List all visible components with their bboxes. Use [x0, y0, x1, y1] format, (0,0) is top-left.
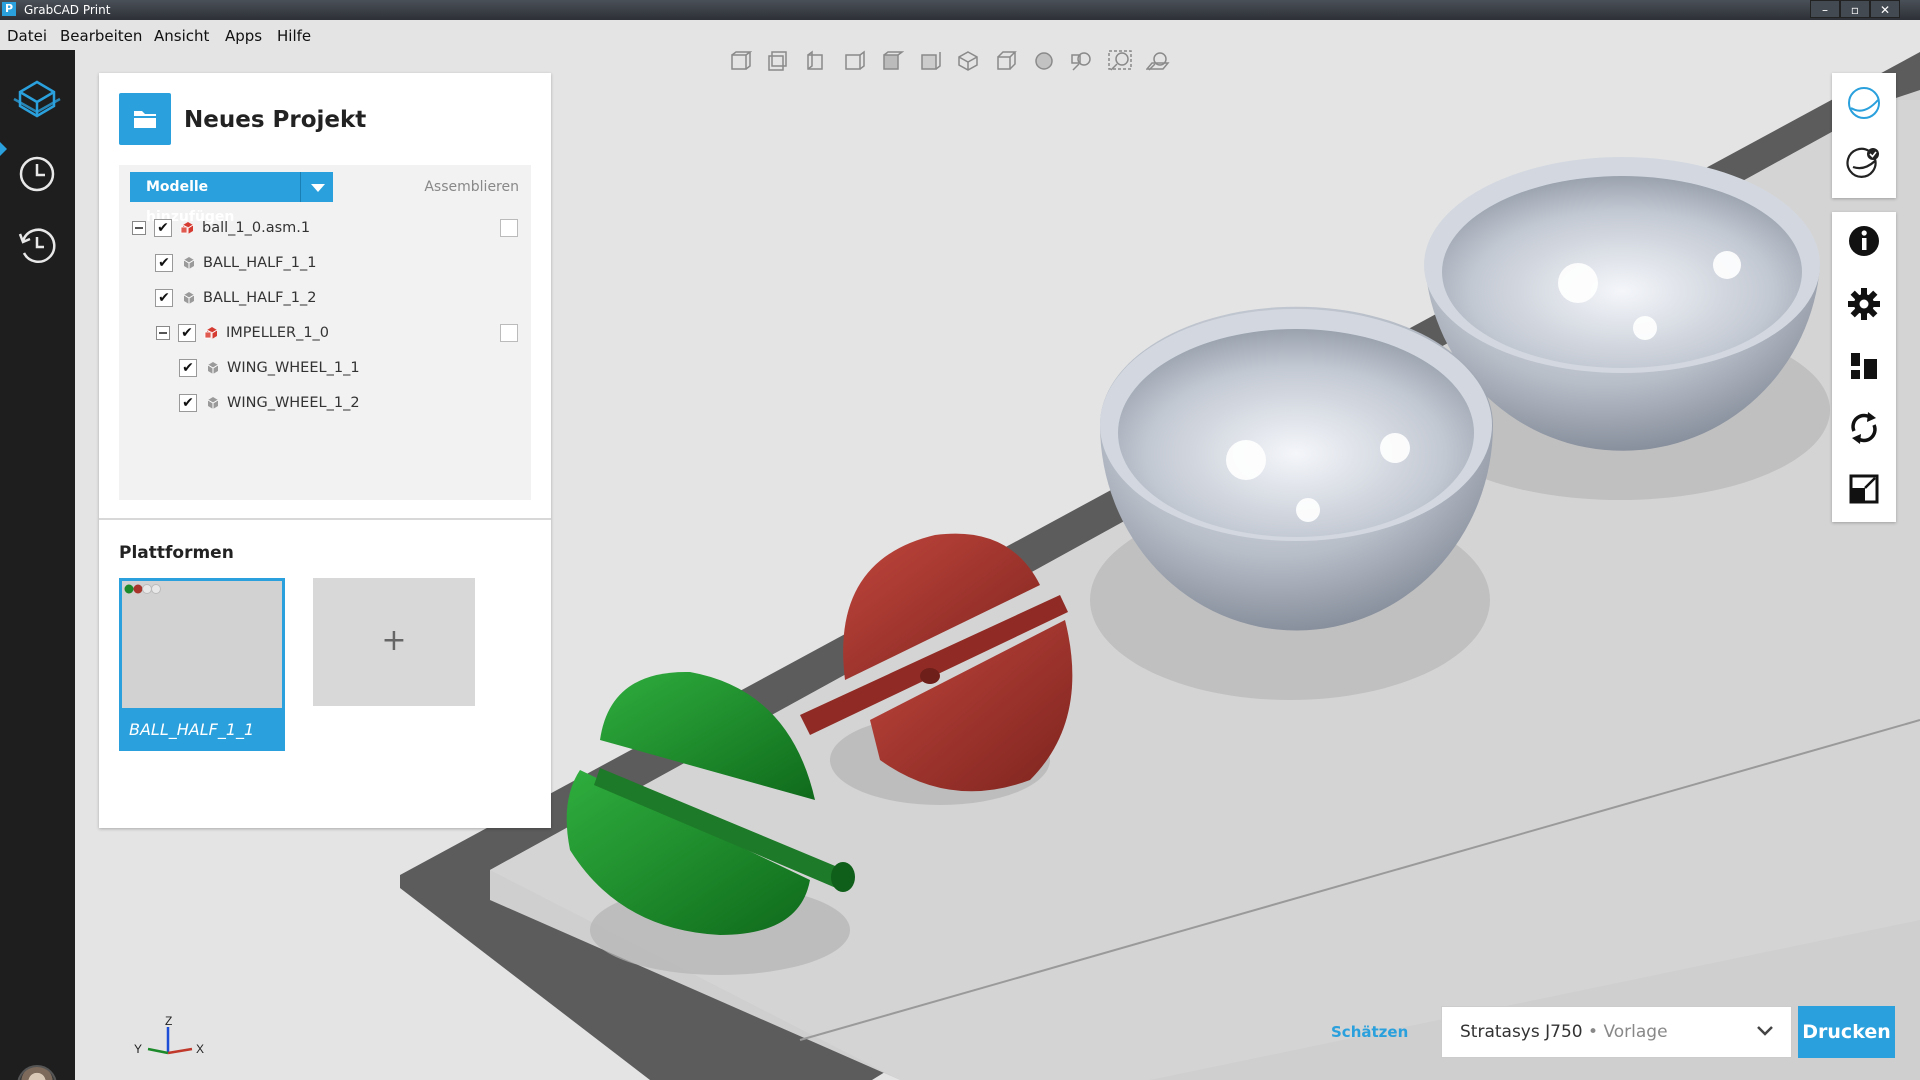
estimate-link[interactable]: Schätzen: [1331, 1023, 1408, 1041]
tree-item-part[interactable]: ✔ BALL_HALF_1_2: [155, 286, 316, 310]
menu-bar: Datei Bearbeiten Ansicht Apps Hilfe: [0, 20, 1920, 50]
view-top-icon[interactable]: [880, 49, 905, 73]
tree-item-part[interactable]: ✔ WING_WHEEL_1_1: [179, 356, 360, 380]
part-icon: [205, 395, 221, 411]
platform-name: BALL_HALF_1_1: [129, 720, 255, 739]
tree-item-assembly[interactable]: ✔ IMPELLER_1_0: [156, 321, 329, 345]
view-left-icon[interactable]: [804, 49, 828, 73]
left-navigation: [0, 50, 75, 1080]
y-axis: [147, 1047, 169, 1055]
tree-item-label: BALL_HALF_1_1: [203, 255, 317, 271]
platform-thumbnail: [122, 581, 282, 708]
project-panel: Neues Projekt Modelle hinzufügen Assembl…: [99, 73, 551, 828]
zoom-all-icon[interactable]: [1108, 49, 1132, 73]
collapse-icon[interactable]: [156, 326, 170, 340]
clock-icon[interactable]: [12, 149, 62, 199]
tree-item-label: IMPELLER_1_0: [226, 325, 330, 341]
menu-apps[interactable]: Apps: [225, 27, 262, 45]
window-title: GrabCAD Print: [24, 3, 111, 17]
tree-item-assembly[interactable]: ✔ ball_1_0.asm.1: [132, 216, 310, 240]
assembly-icon: [204, 325, 220, 341]
visibility-checkbox[interactable]: ✔: [155, 254, 173, 272]
add-models-dropdown-icon[interactable]: [300, 172, 333, 202]
shading-icon[interactable]: [1032, 49, 1056, 73]
x-axis: [167, 1047, 193, 1055]
view-iso-icon[interactable]: [956, 49, 980, 73]
tree-item-label: ball_1_0.asm.1: [202, 220, 311, 236]
printer-mode: Vorlage: [1603, 1022, 1668, 1042]
tree-item-part[interactable]: ✔ BALL_HALF_1_1: [155, 251, 316, 275]
info-icon[interactable]: [1845, 222, 1883, 260]
view-front-icon[interactable]: [728, 49, 753, 73]
chevron-down-icon[interactable]: [1755, 1021, 1775, 1041]
settings-icon[interactable]: [1845, 285, 1883, 323]
visibility-checkbox[interactable]: ✔: [179, 359, 197, 377]
part-icon: [205, 360, 221, 376]
view-right-icon[interactable]: [842, 49, 866, 73]
menu-ansicht[interactable]: Ansicht: [154, 27, 209, 45]
right-toolbar-tools: [1832, 212, 1896, 522]
printer-separator: •: [1582, 1022, 1604, 1042]
axis-label-y: Y: [134, 1042, 142, 1056]
divider: [99, 518, 551, 520]
assembly-select-checkbox[interactable]: [500, 324, 518, 342]
view-perspective-icon[interactable]: [994, 49, 1018, 73]
add-platform-button[interactable]: +: [313, 578, 475, 706]
models-section: Modelle hinzufügen Assemblieren ✔ ball_1…: [119, 165, 531, 500]
axis-label-x: X: [196, 1042, 204, 1056]
right-toolbar-view: [1832, 73, 1896, 198]
app-logo-icon: P: [2, 2, 16, 16]
tree-item-label: WING_WHEEL_1_2: [227, 395, 360, 411]
platforms-heading: Plattformen: [119, 543, 234, 563]
zoom-platform-icon[interactable]: [1145, 49, 1170, 73]
active-indicator: [0, 142, 7, 156]
tree-item-part[interactable]: ✔ WING_WHEEL_1_2: [179, 391, 360, 415]
assembly-select-checkbox[interactable]: [500, 219, 518, 237]
view-bottom-icon[interactable]: [918, 49, 942, 73]
printer-select[interactable]: Stratasys J750 • Vorlage: [1441, 1006, 1792, 1058]
print-button[interactable]: Drucken: [1798, 1006, 1895, 1058]
visibility-checkbox[interactable]: ✔: [155, 289, 173, 307]
visibility-checkbox[interactable]: ✔: [178, 324, 196, 342]
assembly-icon: [180, 220, 196, 236]
part-icon: [181, 255, 197, 271]
menu-bearbeiten[interactable]: Bearbeiten: [60, 27, 142, 45]
history-icon[interactable]: [12, 221, 62, 271]
axis-label-z: Z: [165, 1015, 172, 1028]
collapse-icon[interactable]: [132, 221, 146, 235]
menu-datei[interactable]: Datei: [7, 27, 47, 45]
tree-item-label: WING_WHEEL_1_1: [227, 360, 360, 376]
avatar[interactable]: [17, 1065, 57, 1080]
rotate-icon[interactable]: [1845, 409, 1883, 447]
project-title: Neues Projekt: [184, 107, 367, 133]
printer-name: Stratasys J750: [1460, 1022, 1583, 1042]
folder-icon: [119, 93, 171, 145]
title-bar: P GrabCAD Print – ▫ ✕: [0, 0, 1920, 20]
tree-item-label: BALL_HALF_1_2: [203, 290, 317, 306]
check-model-icon[interactable]: [1845, 145, 1883, 183]
minimize-button[interactable]: –: [1810, 0, 1840, 18]
zoom-selection-icon[interactable]: [1070, 49, 1094, 73]
axis-triad: Z X Y: [134, 1015, 204, 1056]
maximize-button[interactable]: ▫: [1840, 0, 1870, 18]
assemble-link[interactable]: Assemblieren: [424, 179, 519, 195]
close-button[interactable]: ✕: [1870, 0, 1900, 18]
view-toolbar: [728, 49, 1170, 73]
menu-hilfe[interactable]: Hilfe: [277, 27, 311, 45]
orbit-icon[interactable]: [1845, 84, 1883, 122]
arrange-icon[interactable]: [1845, 347, 1883, 385]
view-back-icon[interactable]: [766, 49, 790, 73]
visibility-checkbox[interactable]: ✔: [154, 219, 172, 237]
models-cube-icon[interactable]: [12, 74, 62, 124]
part-icon: [181, 290, 197, 306]
platform-card[interactable]: BALL_HALF_1_1: [119, 578, 285, 751]
add-models-button[interactable]: Modelle hinzufügen: [130, 172, 300, 225]
visibility-checkbox[interactable]: ✔: [179, 394, 197, 412]
scale-icon[interactable]: [1845, 470, 1883, 508]
